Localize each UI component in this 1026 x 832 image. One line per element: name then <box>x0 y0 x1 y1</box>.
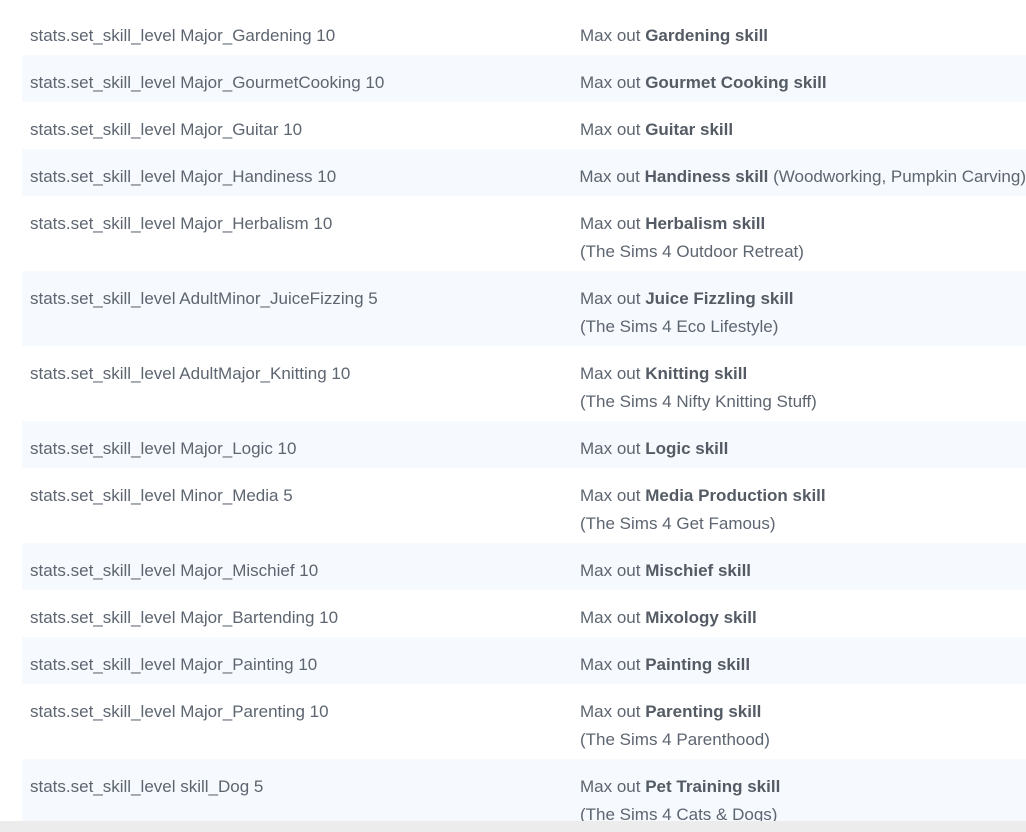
command-cell: stats.set_skill_level Minor_Media 5 <box>30 486 293 505</box>
skill-name: Gardening skill <box>645 26 769 45</box>
description-prefix: Max out <box>580 486 646 505</box>
description-cell: Max out Mischief skill <box>572 557 751 585</box>
cheat-table: stats.set_skill_level Major_Gardening 10… <box>22 8 1026 832</box>
table-row: stats.set_skill_level Major_GourmetCooki… <box>22 55 1026 102</box>
skill-name: Juice Fizzling skill <box>645 289 794 308</box>
table-row: stats.set_skill_level AdultMajor_Knittin… <box>22 346 1026 421</box>
description-prefix: Max out <box>580 777 646 796</box>
skill-name: Herbalism skill <box>645 214 766 233</box>
description-cell: Max out Guitar skill <box>572 116 733 144</box>
skill-name: Pet Training skill <box>645 777 781 796</box>
description-cell: Max out Knitting skill (The Sims 4 Nifty… <box>572 360 817 416</box>
skill-name: Mischief skill <box>645 561 752 580</box>
description-cell: Max out Media Production skill (The Sims… <box>572 482 826 538</box>
command-cell: stats.set_skill_level Major_Bartending 1… <box>30 608 339 627</box>
skill-name: Mixology skill <box>645 608 757 627</box>
table-row: stats.set_skill_level Major_Logic 10 Max… <box>22 421 1026 468</box>
description-prefix: Max out <box>580 364 646 383</box>
description-prefix: Max out <box>580 26 646 45</box>
command-cell: stats.set_skill_level AdultMajor_Knittin… <box>30 364 351 383</box>
description-prefix: Max out <box>580 73 646 92</box>
skill-name: Guitar skill <box>645 120 734 139</box>
table-row: stats.set_skill_level Minor_Media 5 Max … <box>22 468 1026 543</box>
description-prefix: Max out <box>580 120 646 139</box>
description-prefix: Max out <box>580 214 646 233</box>
description-prefix: Max out <box>580 561 646 580</box>
description-prefix: Max out <box>580 439 646 458</box>
command-cell: stats.set_skill_level Major_Painting 10 <box>30 655 318 674</box>
description-cell: Max out Parenting skill (The Sims 4 Pare… <box>572 698 770 754</box>
command-cell: stats.set_skill_level AdultMinor_JuiceFi… <box>30 289 378 308</box>
table-row: stats.set_skill_level Major_Guitar 10 Ma… <box>22 102 1026 149</box>
table-row: stats.set_skill_level Major_Painting 10 … <box>22 637 1026 684</box>
skill-name: Logic skill <box>645 439 729 458</box>
pack-note: (The Sims 4 Nifty Knitting Stuff) <box>580 392 817 411</box>
command-cell: stats.set_skill_level Major_Parenting 10 <box>30 702 329 721</box>
description-cell: Max out Gardening skill <box>572 22 768 50</box>
command-cell: stats.set_skill_level Major_Herbalism 10 <box>30 214 333 233</box>
skill-name: Knitting skill <box>645 364 748 383</box>
description-cell: Max out Herbalism skill (The Sims 4 Outd… <box>572 210 804 266</box>
description-suffix: (Woodworking, Pumpkin Carving) <box>768 167 1026 186</box>
pack-note: (The Sims 4 Outdoor Retreat) <box>580 242 804 261</box>
description-cell: Max out Handiness skill (Woodworking, Pu… <box>571 163 1026 191</box>
table-row: stats.set_skill_level Major_Herbalism 10… <box>22 196 1026 271</box>
command-cell: stats.set_skill_level Major_Logic 10 <box>30 439 297 458</box>
description-cell: Max out Painting skill <box>572 651 750 679</box>
description-prefix: Max out <box>580 608 646 627</box>
command-cell: stats.set_skill_level Major_Handiness 10 <box>30 167 337 186</box>
table-row: stats.set_skill_level Major_Gardening 10… <box>22 8 1026 55</box>
table-row: stats.set_skill_level Major_Parenting 10… <box>22 684 1026 759</box>
command-cell: stats.set_skill_level Major_GourmetCooki… <box>30 73 385 92</box>
table-row: stats.set_skill_level Major_Bartending 1… <box>22 590 1026 637</box>
pack-note: (The Sims 4 Parenthood) <box>580 730 770 749</box>
table-row: stats.set_skill_level Major_Handiness 10… <box>22 149 1026 196</box>
skill-name: Parenting skill <box>645 702 762 721</box>
command-cell: stats.set_skill_level skill_Dog 5 <box>30 777 264 796</box>
table-row: stats.set_skill_level Major_Mischief 10 … <box>22 543 1026 590</box>
description-prefix: Max out <box>580 289 646 308</box>
description-prefix: Max out <box>580 655 646 674</box>
description-cell: Max out Gourmet Cooking skill <box>572 69 827 97</box>
description-prefix: Max out <box>580 702 646 721</box>
skill-name: Handiness skill <box>644 167 769 186</box>
pack-note: (The Sims 4 Eco Lifestyle) <box>580 317 779 336</box>
pack-note: (The Sims 4 Get Famous) <box>580 514 776 533</box>
skill-name: Media Production skill <box>645 486 826 505</box>
page: stats.set_skill_level Major_Gardening 10… <box>0 0 1026 832</box>
skill-name: Painting skill <box>645 655 751 674</box>
command-cell: stats.set_skill_level Major_Guitar 10 <box>30 120 303 139</box>
description-cell: Max out Juice Fizzling skill (The Sims 4… <box>572 285 794 341</box>
command-cell: stats.set_skill_level Major_Mischief 10 <box>30 561 319 580</box>
description-cell: Max out Logic skill <box>572 435 728 463</box>
description-prefix: Max out <box>579 167 645 186</box>
command-cell: stats.set_skill_level Major_Gardening 10 <box>30 26 336 45</box>
horizontal-scrollbar[interactable] <box>0 821 1026 832</box>
description-cell: Max out Mixology skill <box>572 604 757 632</box>
table-row: stats.set_skill_level AdultMinor_JuiceFi… <box>22 271 1026 346</box>
skill-name: Gourmet Cooking skill <box>645 73 827 92</box>
